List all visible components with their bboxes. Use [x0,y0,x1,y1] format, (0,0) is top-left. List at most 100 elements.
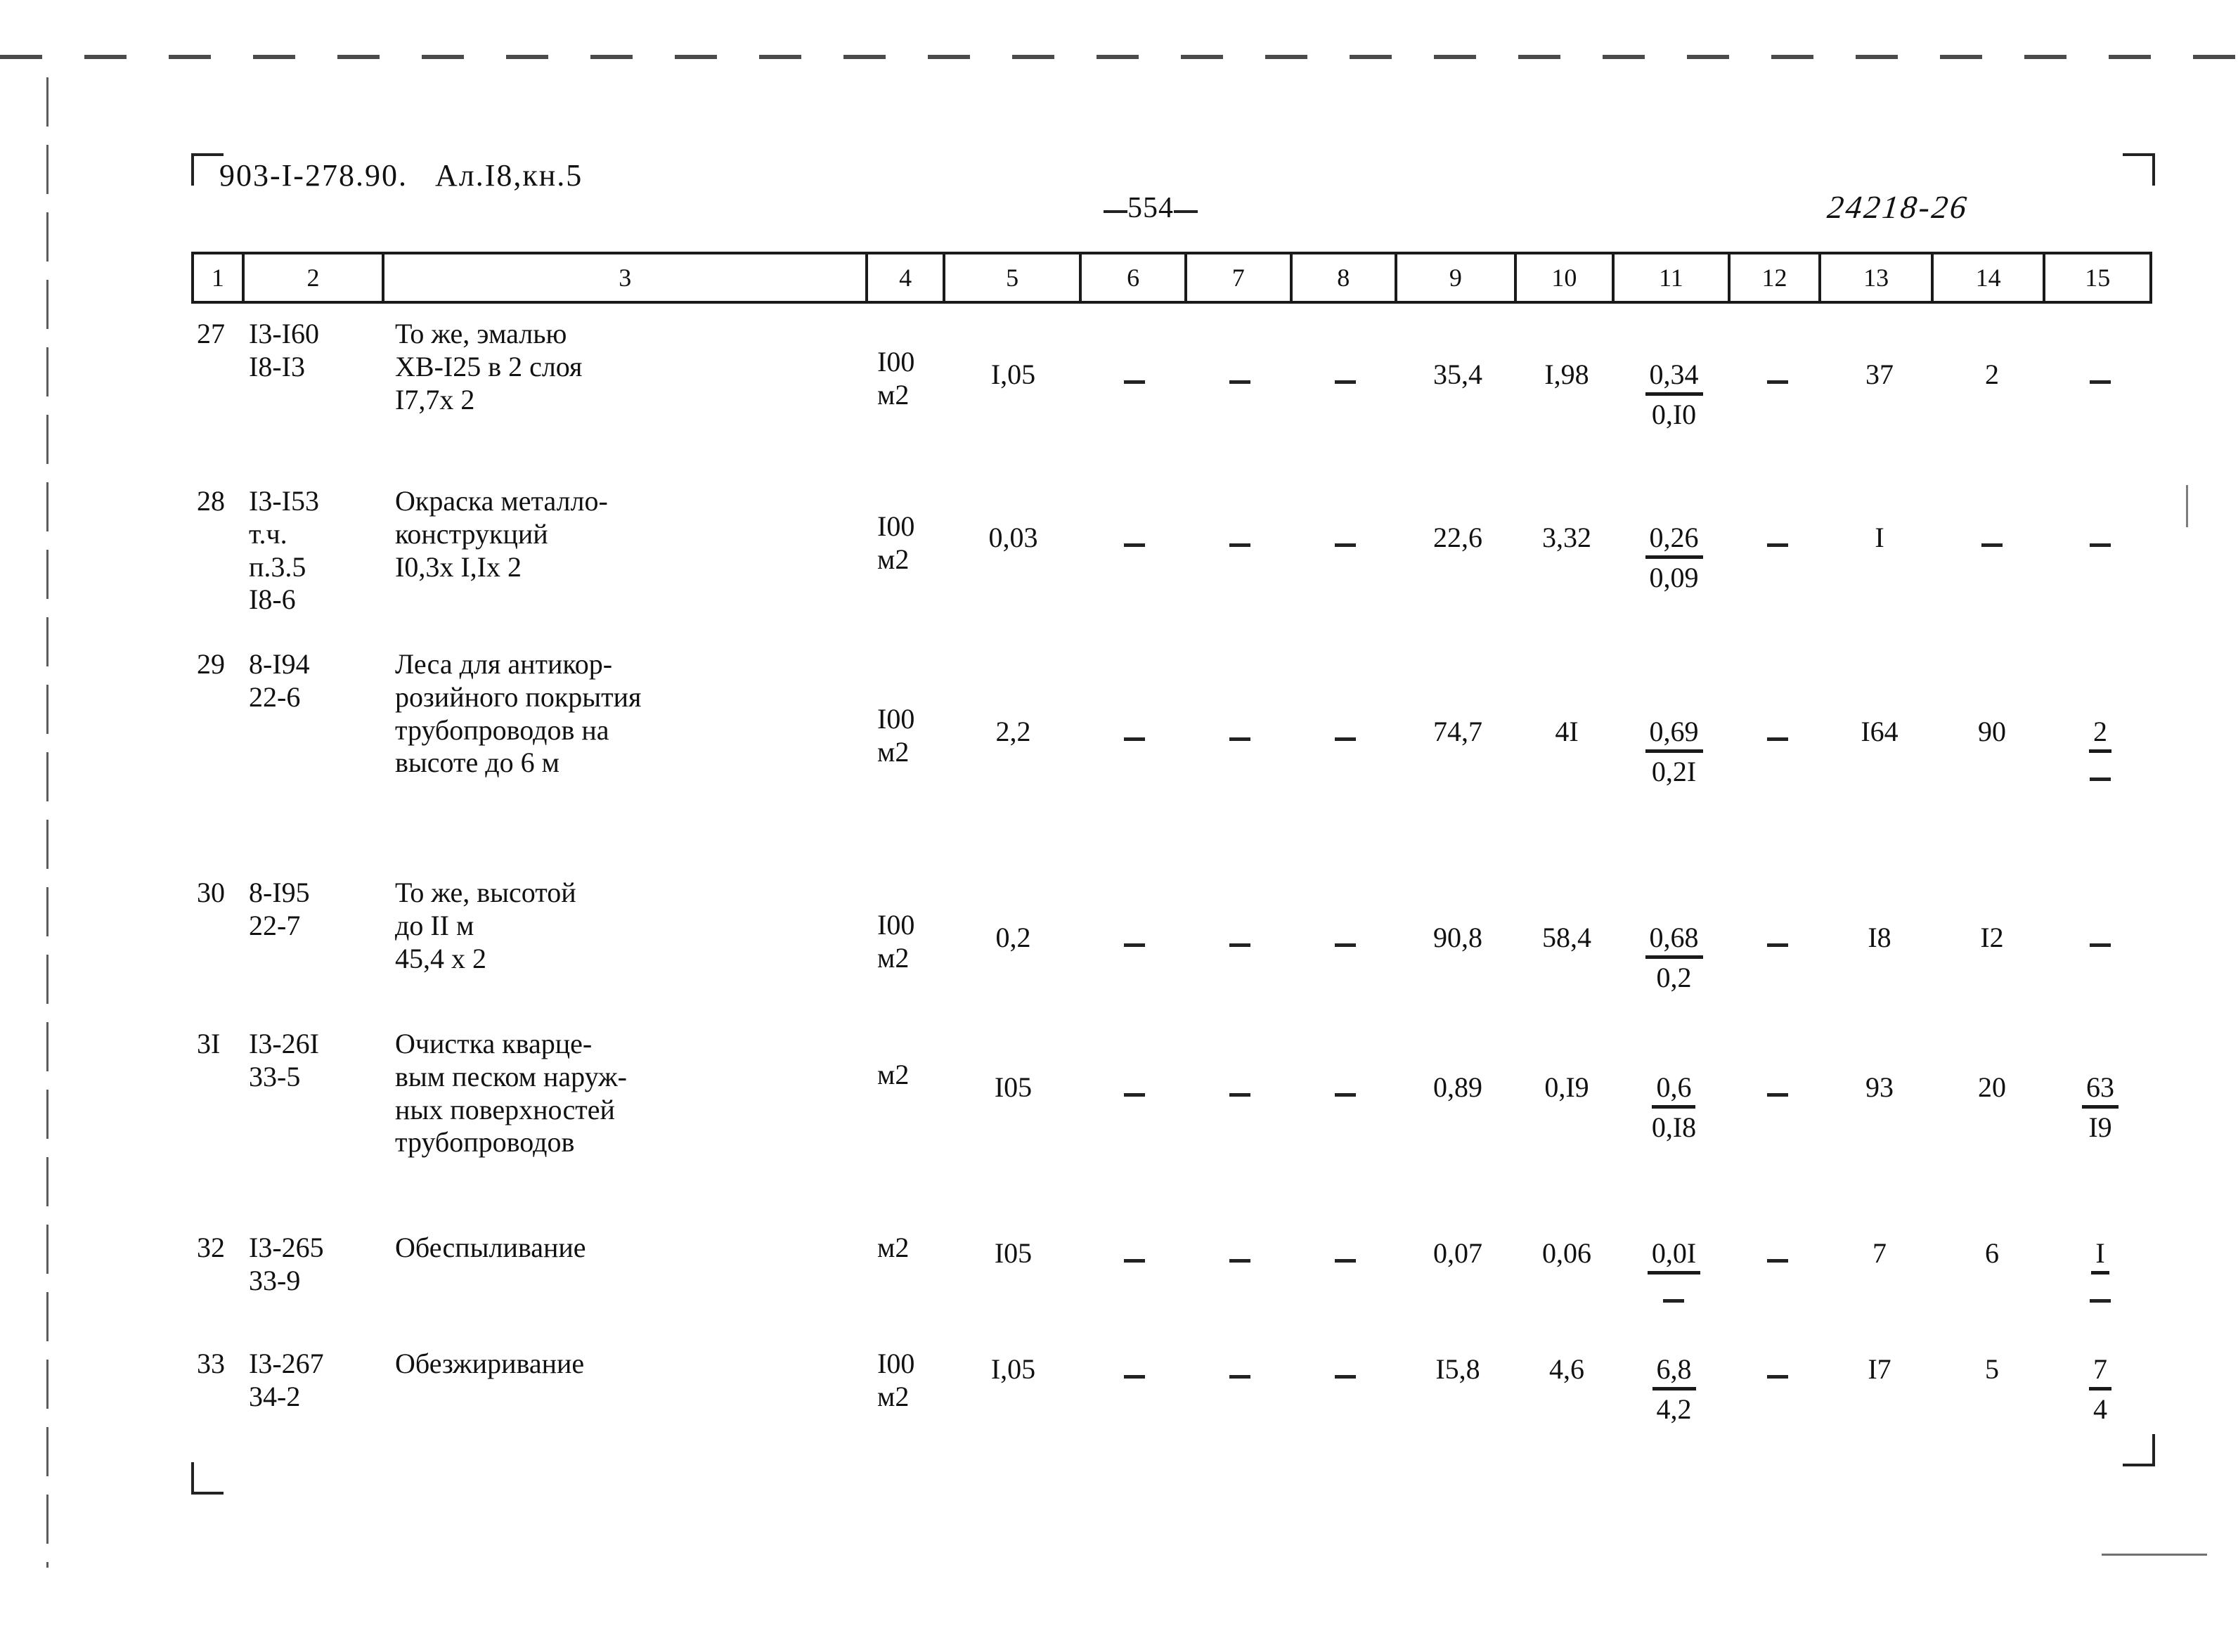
value-col11-fraction-denominator: 0,I8 [1651,1111,1697,1143]
value-col9: 0,07 [1433,1237,1482,1269]
value-col7-dash [1229,1375,1250,1379]
value-col8 [1293,485,1398,555]
quantity-col5: I,05 [990,359,1036,390]
value-col14: 90 [1978,716,2006,747]
value-col8-dash [1335,1375,1356,1379]
crop-mark-top-right [2123,153,2155,186]
value-col6-dash [1124,543,1145,547]
column-header-12: 12 [1731,254,1822,301]
page-number-value: 554 [1127,192,1174,224]
quantity-col5: I05 [994,1071,1033,1103]
value-col7 [1187,318,1293,392]
value-col8 [1293,318,1398,392]
norm-code: I3-I60 I8-I3 [249,318,319,382]
value-col12-dash [1767,1259,1788,1263]
value-col14: 20 [1978,1071,2006,1103]
value-col11-fraction-denominator [1663,1275,1685,1310]
value-col15 [2048,318,2152,392]
work-description: Очистка кварце- вым песком наруж- ных по… [395,1028,627,1159]
value-col14: 2 [1985,359,1999,390]
table-row: 33 I3-267 34-2 Обезжиривание I00 м2 I,05 I5,8… [191,1348,2152,1478]
value-col11-fraction: 6,8 4,2 [1616,1348,1732,1426]
specification-table: 27 I3-I60 I8-I3 То же, эмалью ХВ-I25 в 2 с… [191,318,2152,1478]
row-number-28: 28 [197,485,225,517]
value-col12-dash [1767,737,1788,741]
value-col6-dash [1124,943,1145,947]
value-col14-dash [1981,543,2003,547]
quantity-col5: 2,2 [995,716,1031,747]
value-col9: 90,8 [1433,922,1482,953]
value-col11-fraction: 0,26 0,09 [1616,485,1732,594]
value-col6-dash [1124,1259,1145,1263]
value-col15-fraction-numerator: 7 [2089,1353,2111,1390]
value-col12 [1732,1348,1823,1386]
scan-mark-bottom [2102,1554,2207,1556]
value-col11-fraction-numerator: 0,0I [1647,1237,1701,1275]
quantity-col5: I,05 [990,1353,1036,1385]
value-col7-dash [1229,380,1250,384]
table-row: 30 8-I95 22-7 То же, высотой до II м 45,4 … [191,877,2152,1028]
value-col15-dash [2090,380,2111,384]
value-col9: 35,4 [1433,359,1482,390]
column-header-15: 15 [2085,263,2111,292]
value-col9: 74,7 [1433,716,1482,747]
value-col11-fraction: 0,34 0,I0 [1616,318,1732,431]
unit-of-measure: I00 м2 [877,346,915,411]
value-col11-fraction: 0,6 0,I8 [1616,1028,1732,1144]
value-col11-fraction-denominator: 0,2I [1651,756,1697,787]
value-col11-fraction-denominator-dash [1663,1299,1685,1303]
value-col7 [1187,485,1293,555]
column-header-5: 5 [945,254,1082,301]
value-col6 [1082,877,1187,955]
value-col12 [1732,1028,1823,1104]
work-description: Обеспыливание [395,1232,586,1263]
value-col10: 4I [1555,716,1579,747]
value-col15-fraction-denominator: I9 [2088,1111,2112,1143]
table-row: 32 I3-265 33-9 Обеспыливание м2 I05 0,07 0,06 0… [191,1232,2152,1348]
column-header-8: 8 [1293,254,1398,301]
value-col12-dash [1767,1375,1788,1379]
value-col15-fraction-denominator-dash [2090,777,2111,781]
unit-of-measure: I00 м2 [877,510,915,575]
value-col12-dash [1767,543,1788,547]
value-col15-fraction-denominator [2090,1275,2111,1310]
row-number-30: 30 [197,877,225,908]
value-col12-dash [1767,943,1788,947]
table-row: 27 I3-I60 I8-I3 То же, эмалью ХВ-I25 в 2 с… [191,318,2152,485]
value-col7 [1187,1232,1293,1270]
value-col10: 3,32 [1542,522,1591,553]
value-col11-fraction-denominator: 4,2 [1656,1393,1692,1425]
value-col7 [1187,1348,1293,1386]
value-col14: 6 [1985,1237,1999,1269]
norm-code: 8-I94 22-6 [249,648,310,713]
column-header-3: 3 [384,254,869,301]
value-col14: I2 [1980,922,2004,953]
column-header-1: 1 [194,254,245,301]
value-col11-fraction-denominator: 0,09 [1649,562,1699,593]
table-row: 29 8-I94 22-6 Леса для антикор- розийного … [191,648,2152,877]
value-col6-dash [1124,1093,1145,1097]
value-col15-fraction: I [2048,1232,2152,1310]
row-number-29: 29 [197,648,225,680]
value-col15-fraction-numerator: 63 [2082,1071,2119,1109]
column-header-10: 10 [1517,254,1615,301]
column-header-13: 13 [1821,254,1934,301]
row-number-33: 33 [197,1348,225,1379]
norm-code: I3-267 34-2 [249,1348,324,1412]
value-col15-dash [2090,543,2111,547]
value-col11-fraction-numerator: 0,68 [1645,922,1703,959]
table-row: 28 I3-I53 т.ч. п.3.5 I8-6 Окраска металло-… [191,485,2152,648]
value-col13: 37 [1865,359,1894,390]
column-header-7: 7 [1187,254,1293,301]
value-col8-dash [1335,943,1356,947]
value-col13: I [1875,522,1884,553]
value-col8 [1293,648,1398,749]
value-col10: I,98 [1544,359,1589,390]
value-col8-dash [1335,543,1356,547]
unit-of-measure: I00 м2 [877,909,915,974]
quantity-col5: I05 [994,1237,1033,1269]
value-col13: I7 [1868,1353,1891,1385]
row-number-32: 32 [197,1232,225,1263]
quantity-col5: 0,03 [988,522,1038,553]
value-col15-dash [2090,943,2111,947]
